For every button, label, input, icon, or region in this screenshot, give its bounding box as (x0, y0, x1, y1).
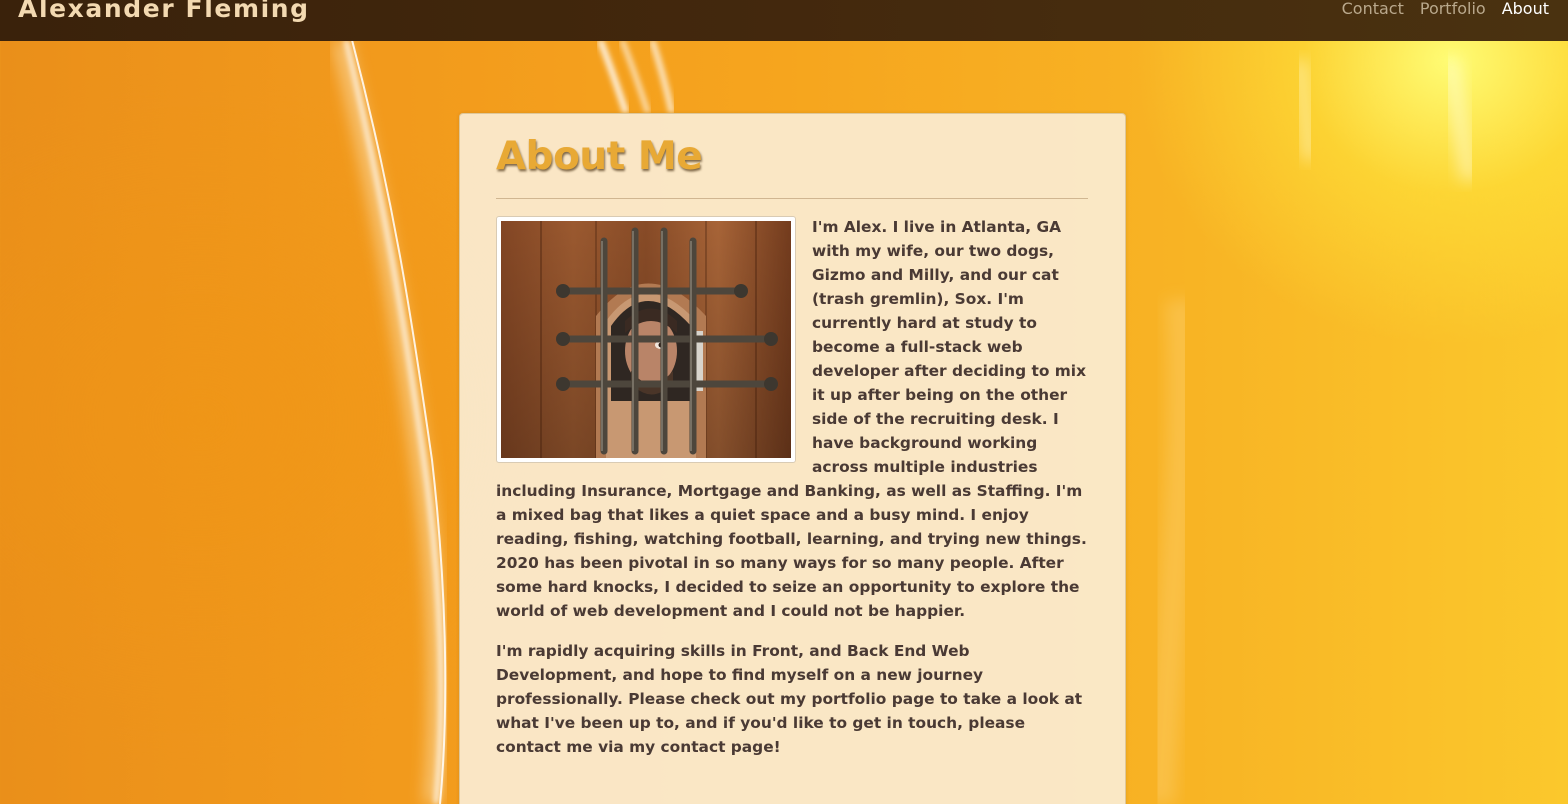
about-content: I'm Alex. I live in Atlanta, GA with my … (496, 215, 1088, 775)
title-divider (496, 198, 1088, 199)
nav-link-portfolio[interactable]: Portfolio (1420, 0, 1486, 18)
nav-link-contact[interactable]: Contact (1342, 0, 1404, 18)
nav-links: Contact Portfolio About (1342, 0, 1549, 18)
about-paragraph-2: I'm rapidly acquiring skills in Front, a… (496, 642, 1083, 756)
top-navbar: Alexander Fleming Contact Portfolio Abou… (0, 0, 1568, 41)
nav-link-about[interactable]: About (1502, 0, 1549, 18)
about-card: About Me I'm Alex. I live in Atlanta, GA… (459, 113, 1126, 804)
profile-photo (501, 221, 791, 458)
brand-link[interactable]: Alexander Fleming (18, 0, 310, 23)
page-title: About Me (496, 134, 703, 179)
profile-photo-frame (496, 216, 796, 463)
